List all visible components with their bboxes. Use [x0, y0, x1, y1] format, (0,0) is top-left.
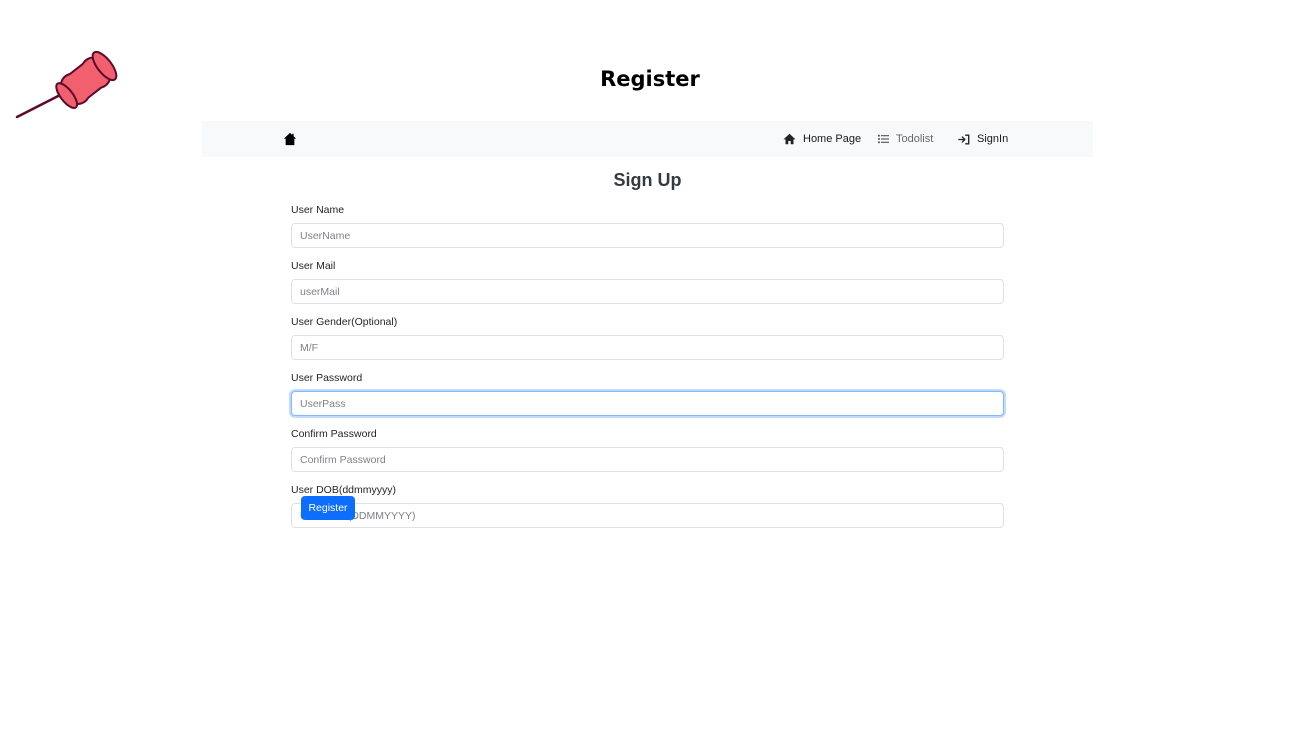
house-icon[interactable]: [283, 132, 297, 146]
username-label: User Name: [291, 204, 345, 216]
dob-label: User DOB(ddmmyyyy): [291, 484, 397, 496]
usermail-label: User Mail: [291, 260, 336, 272]
navbar: Home Page Todolist SignIn: [202, 121, 1093, 157]
gender-label: User Gender(Optional): [291, 316, 398, 328]
nav-todolist[interactable]: Todolist: [878, 121, 933, 157]
gender-input[interactable]: [291, 335, 1004, 360]
register-button[interactable]: Register: [301, 496, 355, 520]
sign-in-icon: [958, 134, 970, 144]
usermail-input[interactable]: [291, 279, 1004, 304]
nav-home-page[interactable]: Home Page: [783, 121, 861, 157]
signup-form: Sign Up User Name User Mail User Gender(…: [291, 166, 1004, 540]
slide-title: Register: [600, 67, 700, 91]
nav-signin-label: SignIn: [977, 133, 1009, 145]
nav-signin[interactable]: SignIn: [958, 121, 1008, 157]
confirm-password-input[interactable]: [291, 447, 1004, 472]
nav-home-label: Home Page: [803, 133, 862, 145]
dob-input[interactable]: [291, 503, 1004, 528]
confirm-password-label: Confirm Password: [291, 428, 377, 440]
nav-todolist-label: Todolist: [896, 133, 934, 145]
password-label: User Password: [291, 372, 363, 384]
password-input[interactable]: [291, 391, 1004, 416]
form-heading: Sign Up: [613, 170, 682, 190]
page: Register Home Page Todolist SignIn Sign …: [0, 0, 1300, 731]
username-input[interactable]: [291, 223, 1004, 248]
list-icon: [878, 134, 889, 144]
home-icon: [783, 133, 796, 145]
